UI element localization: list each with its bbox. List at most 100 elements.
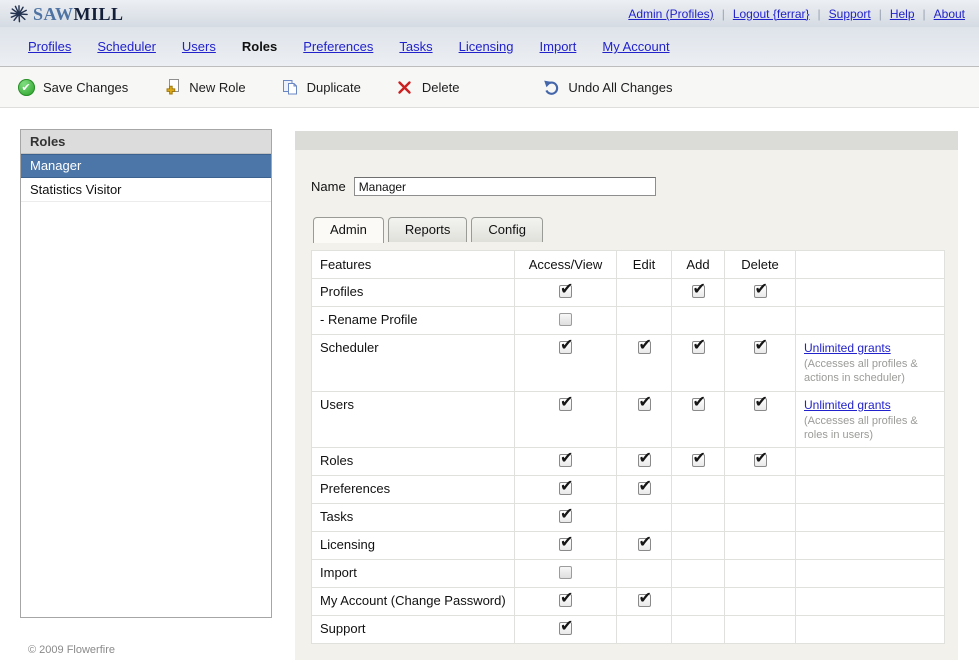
nav-item-profiles[interactable]: Profiles (28, 39, 71, 54)
edit-checkbox[interactable] (638, 482, 651, 495)
duplicate-button[interactable]: Duplicate (281, 78, 361, 96)
toolbar-button-label: Delete (422, 80, 460, 95)
feature-name: Profiles (312, 279, 515, 307)
access-view-checkbox[interactable] (559, 398, 572, 411)
edit-checkbox[interactable] (638, 594, 651, 607)
header-link-admin-profiles[interactable]: Admin (Profiles) (628, 7, 713, 21)
tab-admin[interactable]: Admin (313, 217, 384, 243)
grants-cell (796, 307, 945, 335)
permission-cell-access (515, 476, 617, 504)
feature-row-tasks: Tasks (312, 504, 945, 532)
header-link-support[interactable]: Support (829, 7, 871, 21)
add-checkbox[interactable] (692, 341, 705, 354)
delete-checkbox[interactable] (754, 285, 767, 298)
permission-cell-edit (617, 448, 672, 476)
unlimited-grants-link[interactable]: Unlimited grants (804, 398, 891, 412)
feature-row-my-account-change-password: My Account (Change Password) (312, 588, 945, 616)
access-view-checkbox[interactable] (559, 538, 572, 551)
access-view-checkbox[interactable] (559, 594, 572, 607)
delete-checkbox[interactable] (754, 398, 767, 411)
permission-cell-add (672, 616, 725, 644)
roles-list-panel: Roles ManagerStatistics Visitor (20, 129, 272, 618)
access-view-checkbox[interactable] (559, 566, 572, 579)
header-link-logout-ferrar[interactable]: Logout {ferrar} (733, 7, 810, 21)
role-name-row: Name (311, 177, 942, 196)
permission-cell-add (672, 560, 725, 588)
access-view-checkbox[interactable] (559, 482, 572, 495)
edit-checkbox[interactable] (638, 341, 651, 354)
permission-cell-add (672, 391, 725, 448)
feature-name: My Account (Change Password) (312, 588, 515, 616)
undo-icon (542, 78, 560, 96)
toolbar-button-label: New Role (189, 80, 245, 95)
nav-item-import[interactable]: Import (540, 39, 577, 54)
edit-checkbox[interactable] (638, 538, 651, 551)
nav-item-users[interactable]: Users (182, 39, 216, 54)
app-header: SAWMILL Admin (Profiles) | Logout {ferrar}… (0, 0, 979, 27)
unlimited-grants-link[interactable]: Unlimited grants (804, 341, 891, 355)
nav-item-licensing[interactable]: Licensing (459, 39, 514, 54)
tab-reports[interactable]: Reports (388, 217, 468, 242)
feature-row-licensing: Licensing (312, 532, 945, 560)
column-header-extra (796, 251, 945, 279)
access-view-checkbox[interactable] (559, 510, 572, 523)
permission-cell-delete (725, 476, 796, 504)
app-logo: SAWMILL (10, 5, 124, 23)
column-header-features: Features (312, 251, 515, 279)
access-view-checkbox[interactable] (559, 454, 572, 467)
feature-row-preferences: Preferences (312, 476, 945, 504)
link-separator: | (879, 7, 882, 21)
feature-name: - Rename Profile (312, 307, 515, 335)
new-role-button[interactable]: New Role (163, 78, 245, 96)
permission-cell-delete (725, 391, 796, 448)
nav-item-scheduler[interactable]: Scheduler (97, 39, 156, 54)
edit-checkbox[interactable] (638, 398, 651, 411)
access-view-checkbox[interactable] (559, 285, 572, 298)
delete-checkbox[interactable] (754, 341, 767, 354)
table-header-row: FeaturesAccess/ViewEditAddDelete (312, 251, 945, 279)
feature-name: Users (312, 391, 515, 448)
permission-cell-add (672, 588, 725, 616)
undo-all-changes-button[interactable]: Undo All Changes (542, 78, 672, 96)
link-separator: | (818, 7, 821, 21)
roles-list: ManagerStatistics Visitor (21, 154, 271, 202)
save-check-icon: ✔ (17, 78, 35, 96)
access-view-checkbox[interactable] (559, 313, 572, 326)
feature-name: Roles (312, 448, 515, 476)
save-changes-button[interactable]: ✔Save Changes (17, 78, 128, 96)
add-checkbox[interactable] (692, 285, 705, 298)
grants-cell (796, 279, 945, 307)
delete-checkbox[interactable] (754, 454, 767, 467)
permission-cell-delete (725, 504, 796, 532)
action-toolbar: ✔Save Changes New Role Duplicate Delete Undo… (0, 66, 979, 108)
feature-row-profiles: Profiles (312, 279, 945, 307)
grants-cell: Unlimited grants(Accesses all profiles &… (796, 335, 945, 392)
permission-cell-access (515, 588, 617, 616)
header-link-about[interactable]: About (934, 7, 965, 21)
role-list-item-statistics-visitor[interactable]: Statistics Visitor (21, 178, 271, 202)
permission-cell-delete (725, 588, 796, 616)
nav-item-my-account[interactable]: My Account (602, 39, 669, 54)
add-checkbox[interactable] (692, 398, 705, 411)
toolbar-button-label: Duplicate (307, 80, 361, 95)
role-list-item-manager[interactable]: Manager (21, 154, 271, 178)
delete-button[interactable]: Delete (396, 78, 460, 96)
access-view-checkbox[interactable] (559, 622, 572, 635)
header-link-help[interactable]: Help (890, 7, 915, 21)
nav-item-tasks[interactable]: Tasks (399, 39, 432, 54)
add-checkbox[interactable] (692, 454, 705, 467)
copyright-footer: © 2009 Flowerfire (28, 644, 115, 656)
tab-config[interactable]: Config (471, 217, 543, 242)
permission-cell-edit (617, 335, 672, 392)
edit-checkbox[interactable] (638, 454, 651, 467)
permission-cell-access (515, 307, 617, 335)
grants-cell (796, 532, 945, 560)
nav-item-preferences[interactable]: Preferences (303, 39, 373, 54)
access-view-checkbox[interactable] (559, 341, 572, 354)
role-name-input[interactable] (354, 177, 656, 196)
permission-cell-delete (725, 560, 796, 588)
feature-name: Support (312, 616, 515, 644)
logo-text: SAWMILL (33, 5, 124, 23)
roles-panel-title: Roles (21, 130, 271, 154)
nav-item-roles[interactable]: Roles (242, 39, 277, 54)
